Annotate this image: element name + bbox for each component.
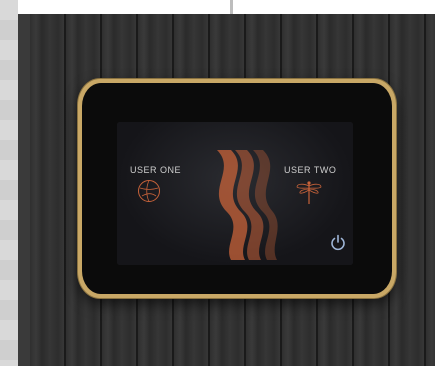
- thermostat-device: USER ONE USER TWO: [78, 79, 396, 298]
- wall-edge: [18, 14, 30, 366]
- left-watermark-strip: [0, 0, 18, 366]
- touch-screen[interactable]: USER ONE USER TWO: [117, 122, 353, 265]
- power-icon[interactable]: [330, 234, 346, 251]
- flame-waves-icon: [217, 150, 278, 260]
- dragonfly-icon[interactable]: [295, 180, 323, 206]
- device-bezel: USER ONE USER TWO: [82, 83, 392, 294]
- user-one-label[interactable]: USER ONE: [130, 165, 181, 175]
- user-two-label[interactable]: USER TWO: [284, 165, 336, 175]
- ball-icon[interactable]: [137, 179, 161, 203]
- top-border: [18, 0, 435, 14]
